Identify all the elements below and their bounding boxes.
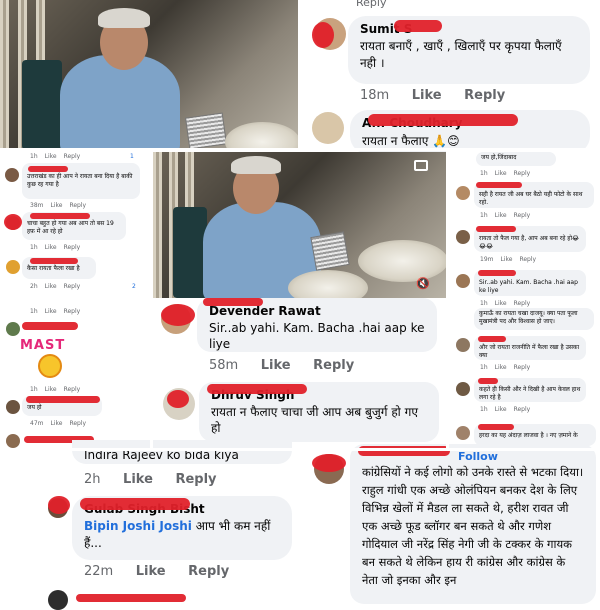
comment-actions: 1h Like Reply (480, 212, 531, 219)
mute-icon[interactable]: 🔇 (416, 278, 432, 290)
mast-sticker: MAST (20, 338, 76, 380)
avatar[interactable] (312, 112, 344, 144)
reply-button[interactable]: Reply (188, 564, 229, 579)
avatar[interactable] (48, 590, 68, 610)
comment-text: Sir..ab yahi. Kam. Bacha .hai aap ke liy… (209, 321, 425, 351)
avatar[interactable] (456, 426, 470, 440)
center-photo: 🔇 (153, 152, 446, 298)
comment-actions: 1h Like Reply (480, 406, 531, 413)
mast-text: MAST (20, 338, 66, 353)
like-button[interactable]: Like (261, 358, 291, 373)
comment-bubble: Follow कांग्रेसियों ने कई लोगो को उनके र… (350, 444, 596, 604)
comment-bubble: Sumit S रायता बनाएँ , खाएँ , खिलाएँ पर क… (348, 16, 590, 84)
comment-author[interactable]: Sumit S (360, 22, 578, 36)
comment-author[interactable]: Devender Rawat (209, 304, 425, 318)
top-photo (0, 0, 298, 150)
comment-actions: 1h Like Reply (30, 308, 81, 315)
comment-text: रायता न फैलाए चाचा जी आप अब बुजुर्ग हो ग… (211, 405, 418, 435)
smiley-icon (38, 354, 62, 378)
avatar[interactable] (6, 434, 20, 448)
comment-actions: 1h Like Reply (30, 153, 81, 160)
comment-bubble: Indira Rajeev ko bida kiya (72, 440, 292, 464)
center-comments: Devender Rawat Sir..ab yahi. Kam. Bacha … (153, 298, 446, 448)
comment-actions: 1h Like Reply (480, 364, 531, 371)
comment-text: जय हो (27, 404, 42, 411)
comment-actions: 47m Like Reply (30, 420, 87, 427)
tagged-user[interactable]: Bipin Joshi Joshi (84, 519, 192, 533)
comment-actions: 18m Like Reply (360, 88, 523, 103)
comment-text: कैसा रायता फैला रखा है (27, 265, 80, 272)
reply-button[interactable]: Reply (464, 88, 505, 103)
comment-actions: 38m Like Reply (30, 202, 87, 209)
reaction-count: 2 (132, 283, 136, 290)
comment-actions: 2h Like Reply (30, 283, 81, 290)
like-button[interactable]: Like (412, 88, 442, 103)
comment-text: कांग्रेसियों ने कई लोगो को उनके रास्ते स… (362, 465, 584, 587)
avatar[interactable] (456, 230, 470, 244)
bottom-right-panel: Follow कांग्रेसियों ने कई लोगो को उनके र… (300, 444, 600, 604)
comment-text: चाचा बहुत हो गया अब आप तो बस 19 हफ़ में … (27, 220, 114, 235)
reaction-count: 1 (130, 153, 134, 160)
comment-actions: 1h Like Reply (480, 300, 531, 307)
comment-text: रायता बनाएँ , खाएँ , खिलाएँ पर कृपया फैल… (360, 39, 562, 70)
comment-actions: 58m Like Reply (209, 358, 355, 373)
right-column: जय हो,जिंदाबाद 1h Like Reply सही है रायत ज… (448, 150, 600, 448)
follow-link[interactable]: Follow (458, 450, 584, 463)
avatar[interactable] (6, 260, 20, 274)
avatar[interactable] (456, 274, 470, 288)
avatar[interactable] (456, 186, 470, 200)
avatar[interactable] (6, 322, 20, 336)
comment-actions: 2h Like Reply (84, 472, 217, 487)
comment-actions: 1h Like Reply (480, 170, 531, 177)
comment-actions: 1h Like Reply (30, 244, 81, 251)
comment-text: उत्तराखंड का ही आप ने रायता बना दिया है … (27, 173, 133, 188)
comment-bubble: जय हो,जिंदाबाद (476, 152, 556, 166)
comment-bubble: Devender Rawat Sir..ab yahi. Kam. Bacha … (197, 298, 437, 352)
comment-actions: 22m Like Reply (84, 564, 230, 579)
comment-actions: 19m Like Reply (480, 256, 537, 263)
left-column: 1h Like Reply 1 उत्तराखंड का ही आप ने रायत… (0, 150, 152, 452)
comment-text: रायता न फैलाए 🙏😊 (362, 134, 460, 148)
top-right-panel: Reply Sumit S रायता बनाएँ , खाएँ , खिलाए… (298, 0, 600, 154)
comment-time: 18m (360, 88, 390, 103)
avatar[interactable] (456, 382, 470, 396)
reply-button[interactable]: Reply (175, 472, 216, 487)
pip-icon[interactable] (414, 160, 428, 171)
like-button[interactable]: Like (136, 564, 166, 579)
bottom-left-panel: Indira Rajeev ko bida kiya 2h Like Reply… (0, 440, 300, 610)
reply-button[interactable]: Reply (313, 358, 354, 373)
like-button[interactable]: Like (123, 472, 153, 487)
avatar[interactable] (456, 338, 470, 352)
comment-bubble: कुमाऊँ का रायता चखा दाजयू। क्या पता फूला… (474, 308, 594, 330)
avatar[interactable] (6, 400, 20, 414)
avatar[interactable] (5, 168, 19, 182)
faded-reply[interactable]: Reply (356, 0, 393, 9)
comment-actions: 1h Like Reply (30, 386, 81, 393)
